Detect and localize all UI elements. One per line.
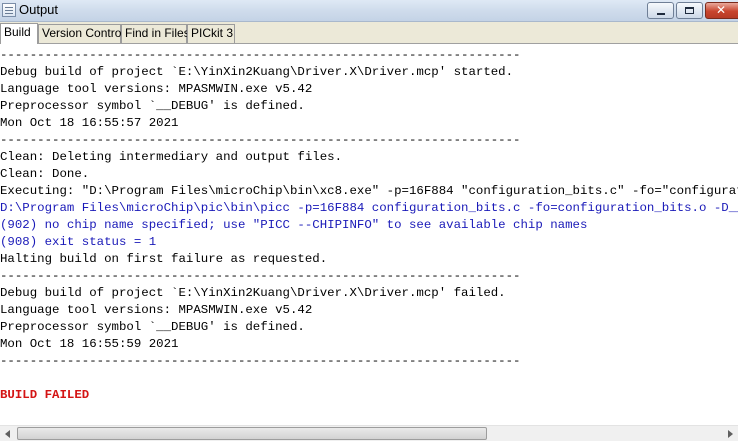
output-line: (908) exit status = 1 — [0, 235, 157, 249]
output-line: Mon Oct 18 16:55:57 2021 — [0, 116, 179, 130]
output-line: Executing: "D:\Program Files\microChip\b… — [0, 184, 738, 198]
scroll-right-icon[interactable] — [722, 426, 738, 441]
maximize-icon — [685, 7, 694, 14]
horizontal-scrollbar[interactable] — [0, 425, 738, 441]
title-bar: Output ✕ — [0, 0, 738, 22]
tab-build[interactable]: Build — [0, 23, 38, 44]
output-line: Mon Oct 18 16:55:59 2021 — [0, 337, 179, 351]
tab-bar: Build Version Control Find in Files PICk… — [0, 22, 738, 44]
output-line: Language tool versions: MPASMWIN.exe v5.… — [0, 303, 313, 317]
output-line: ----------------------------------------… — [0, 133, 521, 147]
minimize-icon — [657, 13, 665, 15]
output-line: Preprocessor symbol `__DEBUG' is defined… — [0, 99, 305, 113]
output-line: Debug build of project `E:\YinXin2Kuang\… — [0, 286, 506, 300]
output-line: Debug build of project `E:\YinXin2Kuang\… — [0, 65, 514, 79]
tab-find-in-files[interactable]: Find in Files — [121, 24, 190, 43]
output-line: D:\Program Files\microChip\pic\bin\picc … — [0, 201, 738, 215]
output-line: Preprocessor symbol `__DEBUG' is defined… — [0, 320, 305, 334]
close-button[interactable]: ✕ — [705, 2, 738, 19]
maximize-button[interactable] — [676, 2, 703, 19]
output-line: Clean: Done. — [0, 167, 90, 181]
output-line: ----------------------------------------… — [0, 48, 521, 62]
output-line: ----------------------------------------… — [0, 269, 521, 283]
close-icon: ✕ — [716, 3, 727, 17]
window-title: Output — [19, 2, 59, 17]
tab-pickit3[interactable]: PICkit 3 — [187, 24, 235, 43]
output-line: (902) no chip name specified; use "PICC … — [0, 218, 588, 232]
scroll-left-icon[interactable] — [0, 426, 16, 441]
build-output-pane[interactable]: ----------------------------------------… — [0, 44, 738, 425]
output-line: Language tool versions: MPASMWIN.exe v5.… — [0, 82, 313, 96]
output-line: Clean: Deleting intermediary and output … — [0, 150, 343, 164]
output-line: Halting build on first failure as reques… — [0, 252, 328, 266]
build-status-line: BUILD FAILED — [0, 388, 90, 402]
output-window-icon — [2, 3, 16, 17]
scrollbar-thumb[interactable] — [17, 427, 487, 440]
output-line: ----------------------------------------… — [0, 354, 521, 368]
tab-version-control[interactable]: Version Control — [38, 24, 124, 43]
minimize-button[interactable] — [647, 2, 674, 19]
